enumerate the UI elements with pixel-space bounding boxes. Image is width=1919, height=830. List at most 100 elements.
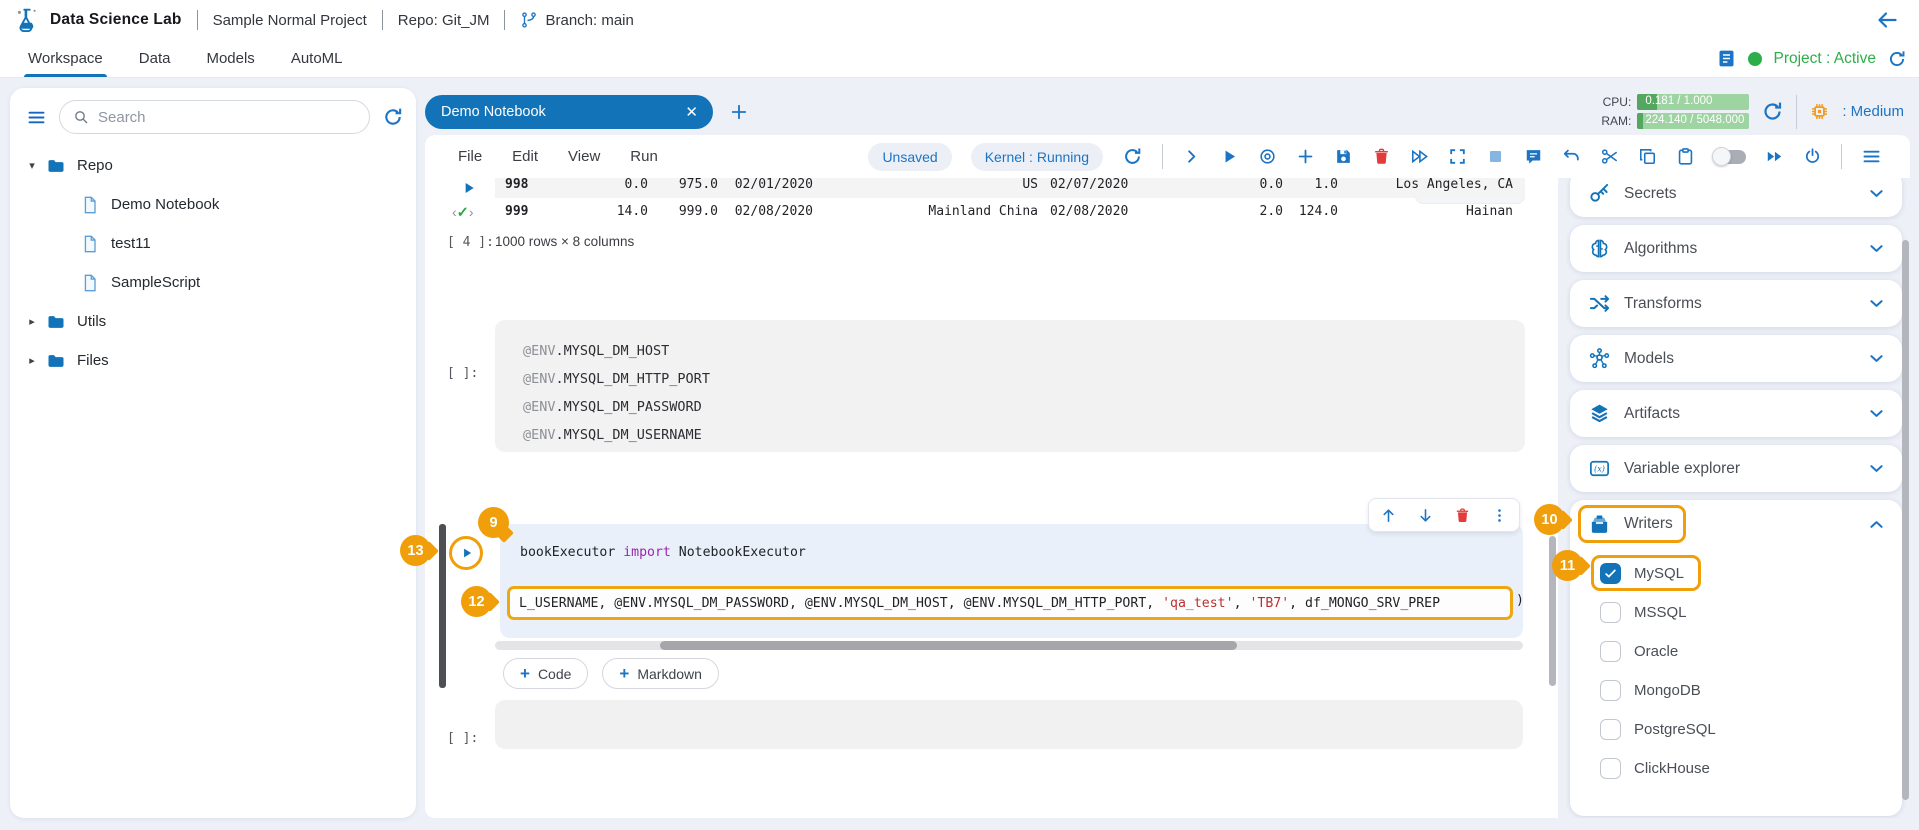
move-up-icon[interactable] — [1380, 507, 1397, 524]
section-card-models[interactable]: Models — [1570, 335, 1902, 382]
writer-option-oracle[interactable]: Oracle — [1600, 632, 1902, 671]
section-card-transforms[interactable]: Transforms — [1570, 280, 1902, 327]
delete-cell-icon[interactable] — [1454, 507, 1471, 524]
sidebar-menu-icon[interactable] — [26, 107, 47, 128]
record-icon[interactable] — [1258, 147, 1277, 166]
stop-icon[interactable] — [1486, 147, 1505, 166]
chevron-down-icon[interactable] — [1867, 349, 1886, 368]
writer-option-mssql[interactable]: MSSQL — [1600, 593, 1902, 632]
tree-item-files[interactable]: ▸Files — [24, 341, 408, 380]
paste-icon[interactable] — [1676, 147, 1695, 166]
empty-code-cell[interactable] — [495, 700, 1523, 749]
chevron-down-icon[interactable] — [1867, 184, 1886, 203]
dataframe-summary: 1000 rows × 8 columns — [495, 234, 634, 249]
menu-edit[interactable]: Edit — [512, 148, 538, 165]
app-title: Data Science Lab — [50, 11, 182, 29]
toolbar-menu-icon[interactable] — [1861, 146, 1882, 167]
caret-right-icon[interactable]: ▸ — [24, 315, 40, 328]
fullscreen-icon[interactable] — [1448, 147, 1467, 166]
project-status: Project : Active — [1773, 50, 1876, 68]
nav-tab-data[interactable]: Data — [139, 40, 171, 77]
right-panel-scrollbar-thumb[interactable] — [1902, 240, 1909, 800]
notes-icon[interactable] — [1716, 48, 1737, 69]
delete-icon[interactable] — [1372, 147, 1391, 166]
tab-demo-notebook[interactable]: Demo Notebook ✕ — [425, 95, 713, 129]
run-cell-button[interactable] — [449, 536, 483, 570]
section-card-algorithms[interactable]: Algorithms — [1570, 225, 1902, 272]
add-code-button[interactable]: +Code — [503, 658, 588, 689]
menu-run[interactable]: Run — [630, 148, 658, 165]
add-markdown-button[interactable]: +Markdown — [602, 658, 719, 689]
section-card-variable-explorer[interactable]: (x)Variable explorer — [1570, 445, 1902, 492]
caret-right-icon[interactable]: ▸ — [24, 354, 40, 367]
resources-refresh-icon[interactable] — [1761, 100, 1784, 123]
menu-view[interactable]: View — [568, 148, 600, 165]
new-tab-icon[interactable] — [729, 102, 749, 122]
chevron-down-icon[interactable] — [1867, 239, 1886, 258]
undo-icon[interactable] — [1562, 147, 1581, 166]
tree-refresh-icon[interactable] — [382, 106, 404, 128]
section-card-artifacts[interactable]: Artifacts — [1570, 390, 1902, 437]
section-header-writers[interactable]: Writers — [1570, 502, 1902, 546]
writer-option-clickhouse[interactable]: ClickHouse — [1600, 749, 1902, 788]
kernel-status-badge[interactable]: Kernel : Running — [971, 143, 1103, 171]
writer-option-mysql[interactable]: MySQL — [1600, 554, 1902, 593]
dataframe-cell: 999.0 — [660, 204, 730, 219]
tree-item-test11[interactable]: test11 — [24, 224, 408, 263]
nav-tab-automl[interactable]: AutoML — [291, 40, 343, 77]
checkbox-unchecked[interactable] — [1600, 719, 1621, 740]
save-icon[interactable] — [1334, 147, 1353, 166]
writer-option-postgresql[interactable]: PostgreSQL — [1600, 710, 1902, 749]
run-gutter-icon[interactable] — [461, 180, 477, 196]
cut-icon[interactable] — [1600, 147, 1619, 166]
section-card-secrets[interactable]: Secrets — [1570, 178, 1902, 217]
search-input[interactable]: Search — [59, 100, 370, 134]
power-icon[interactable] — [1803, 147, 1822, 166]
nav-tab-models[interactable]: Models — [206, 40, 254, 77]
env-code-cell[interactable]: @ENV.MYSQL_DM_HOST@ENV.MYSQL_DM_HTTP_POR… — [495, 320, 1525, 452]
nav-tab-workspace[interactable]: Workspace — [28, 40, 103, 77]
tree-item-samplescript[interactable]: SampleScript — [24, 263, 408, 302]
chevron-down-icon[interactable] — [1867, 404, 1886, 423]
tree-item-demo-notebook[interactable]: Demo Notebook — [24, 185, 408, 224]
checkbox-unchecked[interactable] — [1600, 602, 1621, 623]
more-options-icon[interactable] — [1491, 507, 1508, 524]
toggle-icon[interactable] — [1714, 150, 1746, 164]
annotation-marker-10: 10 — [1534, 504, 1565, 535]
checkbox-unchecked[interactable] — [1600, 680, 1621, 701]
code-token: NotebookExecutor — [671, 545, 806, 560]
writer-option-mongodb[interactable]: MongoDB — [1600, 671, 1902, 710]
code-token: 'qa_test' — [1162, 596, 1233, 611]
horizontal-scrollbar[interactable] — [495, 641, 1523, 650]
project-refresh-icon[interactable] — [1887, 49, 1907, 69]
checkbox-unchecked[interactable] — [1600, 758, 1621, 779]
code-token: L_USERNAME, @ENV.MYSQL_DM_PASSWORD, @ENV… — [519, 596, 1162, 611]
tree-item-repo[interactable]: ▾Repo — [24, 146, 408, 185]
kernel-refresh-icon[interactable] — [1122, 146, 1143, 167]
chevron-down-icon[interactable] — [1867, 459, 1886, 478]
comment-icon[interactable] — [1524, 147, 1543, 166]
caret-down-icon[interactable]: ▾ — [24, 159, 40, 172]
run-cell-icon[interactable] — [1220, 147, 1239, 166]
writer-option-label: PostgreSQL — [1634, 721, 1716, 738]
checkbox-unchecked[interactable] — [1600, 641, 1621, 662]
run-all-icon[interactable] — [1410, 147, 1429, 166]
env-code-line: @ENV.MYSQL_DM_PASSWORD — [523, 393, 1525, 421]
close-icon[interactable]: ✕ — [685, 103, 698, 121]
selected-code-cell[interactable] — [500, 524, 1523, 638]
horizontal-scrollbar-thumb[interactable] — [660, 641, 1237, 650]
code-token: 'TB7' — [1249, 596, 1289, 611]
highlighted-code-line[interactable]: L_USERNAME, @ENV.MYSQL_DM_PASSWORD, @ENV… — [507, 586, 1513, 620]
back-arrow-icon[interactable] — [1875, 8, 1899, 32]
tree-item-utils[interactable]: ▸Utils — [24, 302, 408, 341]
section-label: Transforms — [1624, 295, 1702, 313]
chevron-up-icon[interactable] — [1867, 515, 1886, 534]
fast-forward-icon[interactable] — [1765, 147, 1784, 166]
copy-icon[interactable] — [1638, 147, 1657, 166]
add-cell-icon[interactable] — [1296, 147, 1315, 166]
checkbox-checked[interactable] — [1600, 563, 1621, 584]
menu-file[interactable]: File — [458, 148, 482, 165]
chevron-down-icon[interactable] — [1867, 294, 1886, 313]
chevron-right-icon[interactable] — [1182, 147, 1201, 166]
move-down-icon[interactable] — [1417, 507, 1434, 524]
